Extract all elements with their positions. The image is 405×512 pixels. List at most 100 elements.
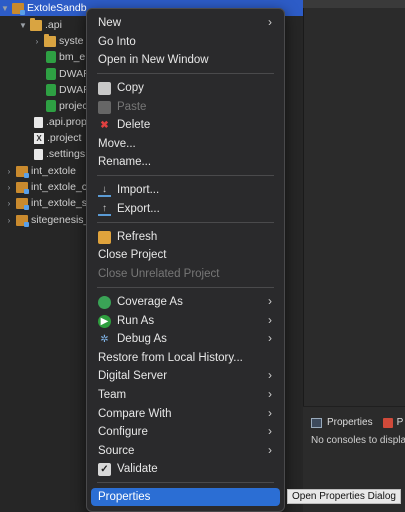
tab-other[interactable]: P bbox=[397, 417, 404, 428]
coverage-icon bbox=[98, 295, 111, 309]
menu-item-label: Coverage As bbox=[117, 296, 183, 308]
chevron-right-icon[interactable]: › bbox=[4, 183, 14, 192]
menu-item-label: Source bbox=[98, 445, 135, 457]
menu-item-validate[interactable]: ✓ Validate bbox=[91, 460, 280, 478]
menu-item-import[interactable]: ↓ Import... bbox=[91, 181, 280, 199]
menu-item-debug-as[interactable]: ✲ Debug As › bbox=[91, 330, 280, 348]
menu-item-label: Export... bbox=[117, 203, 160, 215]
menu-item-label: Validate bbox=[117, 463, 158, 475]
problems-tab-icon bbox=[382, 417, 393, 428]
menu-item-close-project[interactable]: Close Project bbox=[91, 246, 280, 264]
project-icon bbox=[16, 197, 29, 210]
context-menu: New › Go Into Open in New Window Copy Pa… bbox=[86, 8, 285, 512]
xml-file-icon: X bbox=[34, 132, 44, 144]
menu-item-label: Debug As bbox=[117, 333, 167, 345]
api-file-icon bbox=[46, 100, 56, 112]
menu-item-export[interactable]: ↑ Export... bbox=[91, 200, 280, 218]
tree-item-label: ExtoleSandb bbox=[27, 2, 87, 14]
menu-separator bbox=[97, 287, 274, 288]
chevron-right-icon: › bbox=[268, 443, 272, 457]
menu-item-new[interactable]: New › bbox=[91, 14, 280, 32]
menu-item-label: Configure bbox=[98, 426, 148, 438]
menu-item-go-into[interactable]: Go Into bbox=[91, 33, 280, 51]
tree-item-project[interactable]: › int_extole bbox=[4, 163, 76, 179]
menu-item-refresh[interactable]: Refresh bbox=[91, 228, 280, 246]
refresh-icon bbox=[98, 230, 111, 244]
tree-item-label: sitegenesis_ bbox=[31, 214, 90, 226]
tree-item-label: .settings bbox=[46, 148, 86, 160]
menu-item-label: Go Into bbox=[98, 36, 136, 48]
chevron-right-icon: › bbox=[268, 424, 272, 438]
bug-icon: ✲ bbox=[100, 333, 109, 345]
menu-item-delete[interactable]: ✖ Delete bbox=[91, 116, 280, 134]
menu-item-configure[interactable]: Configure › bbox=[91, 423, 280, 441]
chevron-right-icon: › bbox=[268, 294, 272, 308]
checkbox-checked-icon: ✓ bbox=[98, 462, 111, 476]
tree-item-label: int_extole_s bbox=[31, 197, 88, 209]
tab-properties[interactable]: Properties bbox=[327, 417, 373, 428]
menu-item-move[interactable]: Move... bbox=[91, 135, 280, 153]
chevron-right-icon: › bbox=[268, 368, 272, 382]
chevron-right-icon: › bbox=[268, 387, 272, 401]
tree-item-file[interactable]: .settings bbox=[32, 146, 85, 162]
console-message: No consoles to displa bbox=[311, 435, 405, 446]
menu-item-source[interactable]: Source › bbox=[91, 442, 280, 460]
menu-item-label: Close Unrelated Project bbox=[98, 268, 220, 280]
tree-item-project[interactable]: › sitegenesis_ bbox=[4, 212, 89, 228]
menu-item-close-unrelated: Close Unrelated Project bbox=[91, 265, 280, 283]
paste-icon bbox=[98, 100, 111, 114]
tree-item-file[interactable]: DWAR bbox=[44, 82, 91, 98]
tree-item-system[interactable]: › syste bbox=[32, 33, 84, 49]
menu-item-label: Refresh bbox=[117, 231, 158, 243]
tree-item-label: syste bbox=[59, 35, 84, 47]
menu-item-run-as[interactable]: ▶ Run As › bbox=[91, 312, 280, 330]
menu-item-label: Copy bbox=[117, 82, 144, 94]
chevron-right-icon[interactable]: › bbox=[4, 199, 14, 208]
tree-item-label: .project bbox=[47, 132, 82, 144]
chevron-right-icon[interactable]: › bbox=[4, 167, 14, 176]
chevron-down-icon[interactable]: ▼ bbox=[18, 21, 28, 30]
tree-item-file[interactable]: X .project bbox=[32, 130, 81, 146]
menu-item-digital-server[interactable]: Digital Server › bbox=[91, 367, 280, 385]
menu-item-open-new-window[interactable]: Open in New Window bbox=[91, 51, 280, 69]
tree-item-file[interactable]: DWAR bbox=[44, 66, 91, 82]
menu-item-compare-with[interactable]: Compare With › bbox=[91, 405, 280, 423]
menu-item-label: Import... bbox=[117, 184, 160, 196]
folder-icon bbox=[30, 17, 42, 31]
chevron-right-icon: › bbox=[268, 406, 272, 420]
menu-item-label: Properties bbox=[98, 491, 151, 503]
menu-item-team[interactable]: Team › bbox=[91, 386, 280, 404]
chevron-right-icon: › bbox=[268, 15, 272, 29]
tree-item-api[interactable]: ▼ .api bbox=[18, 17, 62, 33]
project-icon bbox=[16, 214, 29, 227]
menu-item-label: Close Project bbox=[98, 249, 167, 261]
menu-item-label: Restore from Local History... bbox=[98, 352, 243, 364]
menu-item-coverage-as[interactable]: Coverage As › bbox=[91, 293, 280, 311]
chevron-right-icon: › bbox=[268, 331, 272, 345]
tree-item-file[interactable]: projec bbox=[44, 98, 88, 114]
menu-item-label: New bbox=[98, 17, 122, 29]
api-file-icon bbox=[46, 51, 56, 63]
menu-item-label: Rename... bbox=[98, 156, 152, 168]
chevron-down-icon[interactable]: ▼ bbox=[0, 4, 10, 13]
project-icon bbox=[12, 2, 25, 15]
toolbar-strip bbox=[303, 0, 405, 8]
copy-icon bbox=[98, 81, 111, 95]
chevron-right-icon[interactable]: › bbox=[4, 216, 14, 225]
tree-item-file[interactable]: .api.prop bbox=[32, 114, 87, 130]
menu-item-properties[interactable]: Properties bbox=[91, 488, 280, 506]
tree-item-project[interactable]: › int_extole_c bbox=[4, 179, 87, 195]
tree-item-label: .api bbox=[45, 19, 62, 31]
menu-item-label: Run As bbox=[117, 315, 155, 327]
tree-item-project[interactable]: › int_extole_s bbox=[4, 195, 87, 211]
folder-icon bbox=[44, 33, 56, 47]
menu-item-rename[interactable]: Rename... bbox=[91, 153, 280, 171]
menu-separator bbox=[97, 73, 274, 74]
chevron-right-icon[interactable]: › bbox=[32, 37, 42, 46]
menu-item-copy[interactable]: Copy bbox=[91, 79, 280, 97]
export-icon: ↑ bbox=[98, 203, 111, 216]
file-icon bbox=[34, 116, 43, 128]
tree-item-file[interactable]: bm_e bbox=[44, 49, 85, 65]
menu-item-restore-history[interactable]: Restore from Local History... bbox=[91, 349, 280, 367]
menu-item-paste: Paste bbox=[91, 98, 280, 116]
